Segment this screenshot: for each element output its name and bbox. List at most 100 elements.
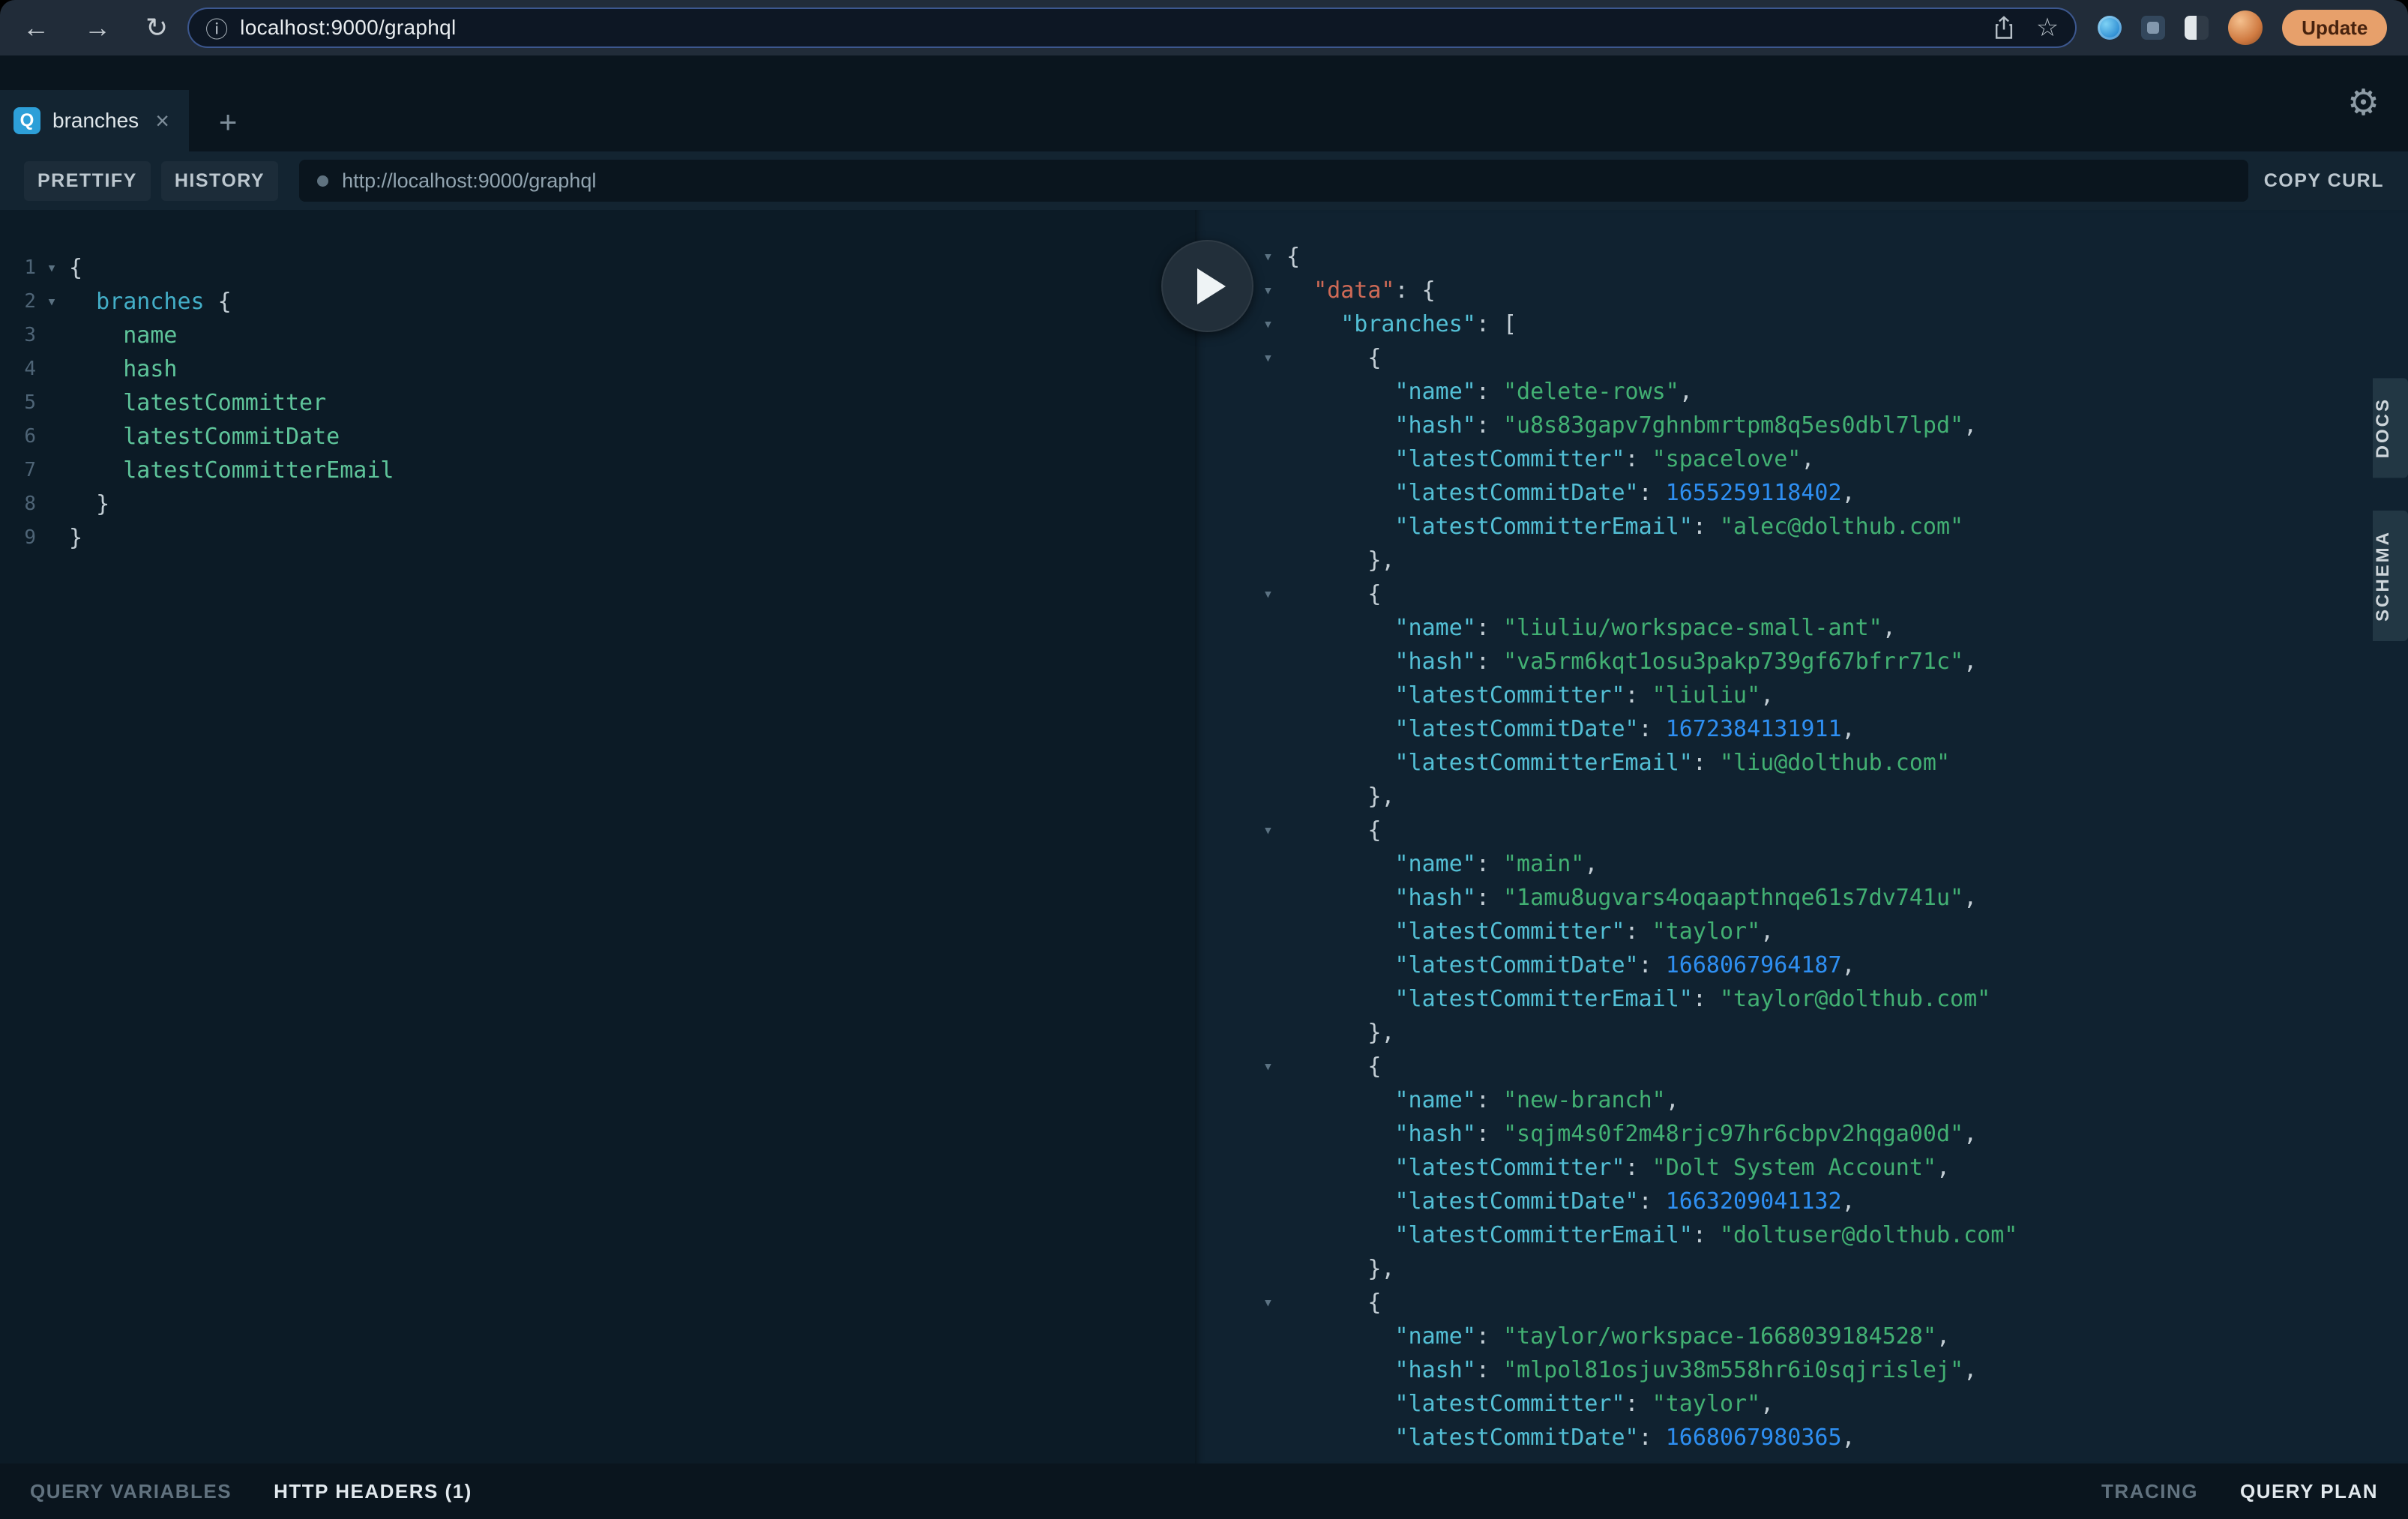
response-line: ▾ { <box>1195 1050 2408 1083</box>
query-line[interactable]: 7 latestCommitterEmail <box>0 454 1195 487</box>
query-line[interactable]: 2▾ branches { <box>0 285 1195 319</box>
share-icon[interactable] <box>1993 16 2015 40</box>
code-text: "hash": "mlpol81osjuv38m558hr6i0sqjrisle… <box>1286 1353 1977 1387</box>
code-text: latestCommitter <box>69 386 326 420</box>
extension-icon[interactable] <box>2141 16 2165 40</box>
schema-tab[interactable]: SCHEMA <box>2373 511 2408 641</box>
query-line[interactable]: 4 hash <box>0 352 1195 386</box>
browser-chrome: ← → ↻ ⓘ localhost:9000/graphql ☆ Update … <box>0 0 2408 55</box>
response-line: "latestCommitterEmail": "taylor@dolthub.… <box>1195 982 2408 1016</box>
code-text: "latestCommitDate": 1668067980365, <box>1286 1421 1855 1455</box>
query-line[interactable]: 1▾{ <box>0 251 1195 285</box>
code-text: "hash": "sqjm4s0f2m48rjc97hr6cbpv2hqga00… <box>1286 1117 1977 1151</box>
endpoint-status-dot-icon <box>317 175 328 187</box>
fold-arrow-icon[interactable]: ▾ <box>1195 1286 1280 1320</box>
code-text: }, <box>1286 1252 1395 1286</box>
code-text: "name": "delete-rows", <box>1286 375 1693 409</box>
tab-close-icon[interactable]: × <box>155 107 169 135</box>
copy-curl-button[interactable]: COPY CURL <box>2264 170 2384 192</box>
response-line: }, <box>1195 780 2408 813</box>
fold-spacer <box>1195 1016 1280 1050</box>
new-tab-button[interactable]: + <box>219 106 238 138</box>
fold-arrow-icon[interactable]: ▾ <box>36 285 67 319</box>
line-number: 5 <box>0 386 36 420</box>
code-text: { <box>1286 341 1381 375</box>
browser-nav: ← → ↻ <box>0 14 168 41</box>
tab-title: branches <box>52 109 139 133</box>
settings-gear-icon[interactable]: ⚙ <box>2347 85 2380 121</box>
fold-arrow-icon[interactable]: ▾ <box>1195 341 1280 375</box>
code-text: "latestCommitter": "taylor", <box>1286 1387 1774 1421</box>
response-line: "latestCommitterEmail": "liu@dolthub.com… <box>1195 746 2408 780</box>
fold-arrow-icon[interactable]: ▾ <box>1195 577 1280 611</box>
response-line: ▾{ <box>1195 240 2408 274</box>
response-line: "latestCommitter": "Dolt System Account"… <box>1195 1151 2408 1185</box>
history-button[interactable]: HISTORY <box>161 161 278 201</box>
query-line[interactable]: 3 name <box>0 319 1195 352</box>
query-line[interactable]: 9} <box>0 521 1195 555</box>
code-text: }, <box>1286 780 1395 813</box>
response-line: "name": "taylor/workspace-1668039184528"… <box>1195 1320 2408 1353</box>
response-line: "name": "liuliu/workspace-small-ant", <box>1195 611 2408 645</box>
fold-spacer <box>1195 1320 1280 1353</box>
endpoint-input[interactable] <box>342 169 2230 193</box>
query-variables-toggle[interactable]: QUERY VARIABLES <box>30 1480 232 1503</box>
site-info-icon[interactable]: ⓘ <box>205 11 228 44</box>
reload-icon[interactable]: ↻ <box>145 14 168 41</box>
code-text: }, <box>1286 544 1395 577</box>
forward-icon[interactable]: → <box>84 14 111 41</box>
playground-footer: QUERY VARIABLES HTTP HEADERS (1) TRACING… <box>0 1464 2408 1519</box>
fold-spacer <box>1195 1387 1280 1421</box>
endpoint-field <box>299 160 2248 202</box>
code-text: "latestCommitter": "Dolt System Account"… <box>1286 1151 1950 1185</box>
code-text: "latestCommitDate": 1655259118402, <box>1286 476 1855 510</box>
response-line: "name": "new-branch", <box>1195 1083 2408 1117</box>
fold-arrow-icon[interactable]: ▾ <box>1195 1050 1280 1083</box>
query-editor[interactable]: 1▾{2▾ branches {3 name4 hash5 latestComm… <box>0 210 1195 1464</box>
address-bar[interactable]: ⓘ localhost:9000/graphql ☆ <box>187 7 2077 48</box>
fold-arrow-icon[interactable]: ▾ <box>1195 813 1280 847</box>
fold-spacer <box>36 352 67 386</box>
http-headers-toggle[interactable]: HTTP HEADERS (1) <box>274 1480 472 1503</box>
fold-spacer <box>1195 847 1280 881</box>
code-text: latestCommitDate <box>69 420 340 454</box>
query-line[interactable]: 8 } <box>0 487 1195 521</box>
query-plan-toggle[interactable]: QUERY PLAN <box>2240 1480 2378 1503</box>
code-text: "name": "new-branch", <box>1286 1083 1679 1117</box>
response-line: "latestCommitter": "taylor", <box>1195 1387 2408 1421</box>
docs-tab[interactable]: DOCS <box>2373 378 2408 478</box>
tracing-toggle[interactable]: TRACING <box>2101 1480 2198 1503</box>
response-line: ▾ { <box>1195 1286 2408 1320</box>
fold-spacer <box>1195 375 1280 409</box>
response-line: ▾ { <box>1195 577 2408 611</box>
query-line[interactable]: 6 latestCommitDate <box>0 420 1195 454</box>
editor-area: 1▾{2▾ branches {3 name4 hash5 latestComm… <box>0 210 2408 1464</box>
fold-spacer <box>36 420 67 454</box>
fold-spacer <box>36 487 67 521</box>
fold-spacer <box>1195 1185 1280 1218</box>
response-line: "name": "main", <box>1195 847 2408 881</box>
url-text[interactable]: localhost:9000/graphql <box>240 16 1972 40</box>
response-line: "name": "delete-rows", <box>1195 375 2408 409</box>
fold-arrow-icon[interactable]: ▾ <box>36 251 67 285</box>
response-line: "latestCommitDate": 1663209041132, <box>1195 1185 2408 1218</box>
extension-darkmode-icon[interactable] <box>2185 16 2209 40</box>
profile-avatar[interactable] <box>2228 10 2263 45</box>
execute-query-button[interactable] <box>1161 240 1253 332</box>
bookmark-star-icon[interactable]: ☆ <box>2036 13 2059 43</box>
fold-spacer <box>1195 746 1280 780</box>
browser-update-button[interactable]: Update <box>2282 10 2387 46</box>
tab-branches[interactable]: Q branches × <box>0 90 189 151</box>
response-line: "hash": "1amu8ugvars4oqaapthnqe61s7dv741… <box>1195 881 2408 915</box>
fold-spacer <box>1195 611 1280 645</box>
code-text: }, <box>1286 1016 1395 1050</box>
code-text: "hash": "u8s83gapv7ghnbmrtpm8q5es0dbl7lp… <box>1286 409 1977 442</box>
playground-toolbar: PRETTIFY HISTORY COPY CURL <box>0 151 2408 210</box>
back-icon[interactable]: ← <box>22 14 49 41</box>
fold-spacer <box>1195 1252 1280 1286</box>
prettify-button[interactable]: PRETTIFY <box>24 161 151 201</box>
extension-atom-icon[interactable] <box>2098 16 2122 40</box>
code-text: { <box>69 251 82 285</box>
query-line[interactable]: 5 latestCommitter <box>0 386 1195 420</box>
code-text: "latestCommitterEmail": "liu@dolthub.com… <box>1286 746 1950 780</box>
